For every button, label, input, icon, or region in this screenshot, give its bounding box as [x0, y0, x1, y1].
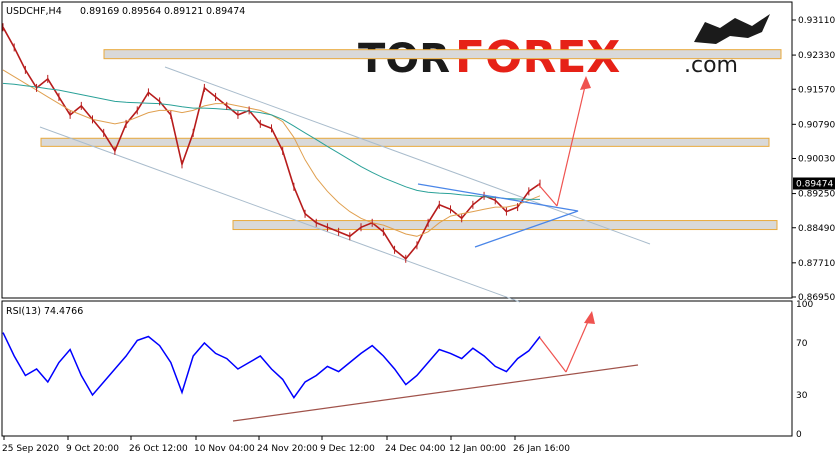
y-tick-label: 0.87710	[798, 259, 835, 269]
current-price-label: 0.89474	[796, 180, 833, 190]
chart-canvas: TOR FOREX .com 0.931100.923300.915700.90…	[0, 0, 838, 458]
y-tick-label: 0.89250	[798, 190, 835, 200]
rsi-tick-label: 70	[796, 339, 808, 349]
x-tick-label: 24 Dec 04:00	[385, 444, 446, 454]
rsi-label: RSI(13) 74.4766	[6, 306, 83, 317]
header-symbol: USDCHF,H4	[6, 6, 62, 17]
x-tick-label: 9 Oct 20:00	[66, 444, 119, 454]
rsi-tick-label: 0	[796, 430, 802, 440]
x-tick-label: 10 Nov 04:00	[194, 444, 255, 454]
rsi-tick-label: 30	[796, 391, 808, 401]
x-tick-label: 26 Jan 16:00	[513, 444, 570, 454]
zone-2	[40, 137, 770, 147]
y-tick-label: 0.90790	[798, 120, 835, 130]
x-tick-label: 25 Sep 2020	[2, 444, 59, 454]
y-tick-label: 0.93110	[798, 16, 835, 26]
y-tick-label: 0.91570	[798, 85, 835, 95]
price-y-ticks: 0.93110 0.92330 0.91570 0.90790 0.90030 0.892…	[792, 16, 835, 303]
header-close: 0.89474	[206, 6, 245, 17]
rsi-tick-label: 100	[796, 300, 813, 310]
zone-1	[103, 49, 782, 60]
header-low: 0.89121	[164, 6, 203, 17]
x-tick-label: 12 Jan 00:00	[449, 444, 506, 454]
y-tick-label: 0.88490	[798, 224, 835, 234]
x-tick-label: 26 Oct 12:00	[129, 444, 188, 454]
forex-chart: TOR FOREX .com 0.931100.923300.915700.90…	[0, 0, 838, 458]
y-tick-label: 0.92330	[798, 51, 835, 61]
current-price-badge: 0.89474	[793, 177, 835, 190]
x-tick-label: 9 Dec 12:00	[320, 444, 375, 454]
x-tick-label: 24 Nov 20:00	[257, 444, 318, 454]
y-tick-label: 0.90030	[798, 155, 835, 165]
header-open: 0.89169	[80, 6, 119, 17]
header-high: 0.89564	[122, 6, 161, 17]
